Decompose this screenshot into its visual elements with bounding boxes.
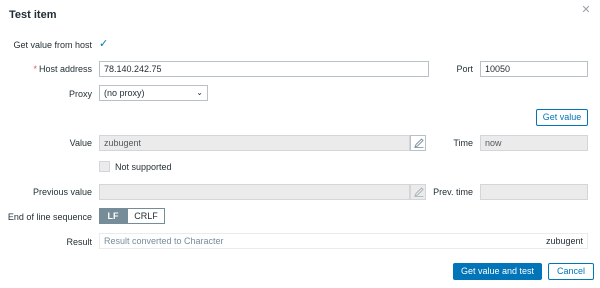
value-input: zubugent — [99, 135, 410, 151]
close-icon[interactable]: ✕ — [580, 4, 592, 16]
result-value: zubugent — [545, 236, 583, 246]
get-value-from-host-label: Get value from host — [13, 40, 92, 50]
host-address-input[interactable]: 78.140.242.75 — [99, 61, 429, 77]
pencil-icon — [414, 187, 424, 197]
get-value-from-host-checkbox[interactable]: ✓ — [99, 38, 111, 50]
proxy-select[interactable]: (no proxy) ⌄ — [99, 85, 208, 101]
edit-value-button[interactable] — [410, 135, 426, 151]
dialog-title: Test item — [9, 9, 57, 21]
previous-value-label: Previous value — [32, 187, 92, 197]
get-value-and-test-button[interactable]: Get value and test — [453, 263, 542, 280]
required-asterisk: * — [33, 64, 37, 74]
not-supported-label: Not supported — [115, 162, 172, 172]
prev-time-label: Prev. time — [433, 187, 473, 197]
pencil-icon — [414, 138, 424, 148]
port-input[interactable]: 10050 — [480, 61, 588, 77]
prev-time-input — [480, 184, 588, 200]
test-item-dialog: Test item ✕ Get value from host ✓ * Host … — [0, 0, 600, 288]
time-input: now — [480, 135, 588, 151]
eol-option-crlf[interactable]: CRLF — [127, 208, 165, 224]
previous-value-input — [99, 184, 410, 200]
time-label: Time — [453, 138, 473, 148]
host-address-label: * Host address — [0, 64, 92, 74]
not-supported-checkbox — [99, 161, 110, 172]
result-field: Result converted to Character zubugent — [99, 233, 588, 249]
cancel-button[interactable]: Cancel — [548, 263, 594, 280]
result-label: Result — [66, 237, 92, 247]
port-label: Port — [456, 64, 473, 74]
value-label: Value — [69, 138, 92, 148]
eol-option-lf[interactable]: LF — [99, 208, 127, 224]
proxy-label: Proxy — [68, 89, 92, 99]
chevron-down-icon: ⌄ — [196, 88, 203, 97]
result-description: Result converted to Character — [104, 236, 224, 246]
eol-label: End of line sequence — [7, 212, 92, 222]
host-address-label-text: Host address — [38, 64, 92, 74]
get-value-button[interactable]: Get value — [536, 109, 588, 126]
edit-previous-value-button — [410, 184, 426, 200]
proxy-selected-value: (no proxy) — [104, 88, 145, 98]
